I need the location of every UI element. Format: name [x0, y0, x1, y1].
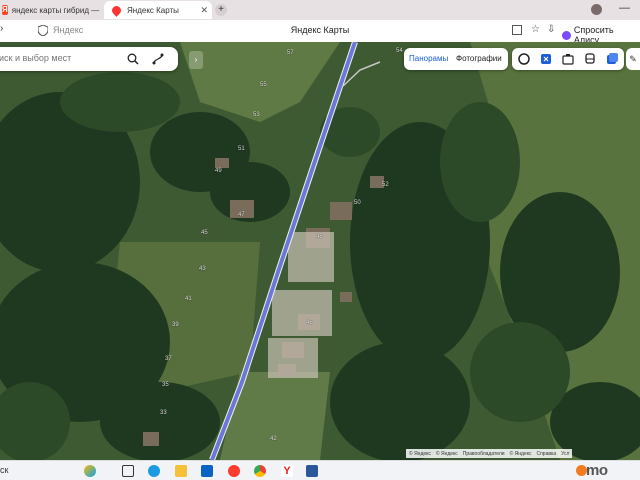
search-icon[interactable] [127, 53, 139, 65]
map-search-box [0, 47, 178, 71]
help-link[interactable]: Справка [536, 451, 556, 457]
alice-icon [562, 30, 571, 40]
panel-collapse-button[interactable]: › [189, 51, 203, 69]
house-number: 52 [382, 182, 389, 188]
house-number: 48 [316, 234, 323, 240]
house-number: 57 [287, 50, 294, 56]
copilot-icon[interactable] [84, 465, 96, 477]
camera-icon[interactable] [561, 52, 575, 66]
taskbar-search[interactable]: ск [0, 465, 8, 475]
house-number: 50 [354, 200, 361, 206]
copyright-text: © Яндекс [435, 450, 458, 457]
word-icon[interactable] [306, 465, 318, 477]
close-icon[interactable]: ✕ [200, 5, 208, 16]
house-number: 37 [165, 356, 172, 362]
map-copyright: © Яндекс © Яндекс Правообладатели © Янде… [406, 449, 573, 458]
yandex-browser-icon[interactable]: Y [281, 465, 293, 477]
panoramas-button[interactable]: Панорамы [409, 54, 448, 63]
edge-icon[interactable] [148, 465, 160, 477]
yandex-logo-icon: Я [2, 5, 8, 15]
house-number: 53 [253, 112, 260, 118]
search-input[interactable] [0, 53, 114, 63]
satellite-imagery [0, 42, 640, 460]
map-layers-panel [512, 48, 624, 70]
satellite-map[interactable]: 57 55 53 51 49 47 45 43 41 39 37 35 33 5… [0, 42, 640, 460]
bus-icon[interactable] [583, 52, 597, 66]
house-number: 33 [160, 410, 167, 416]
chevron-left-icon[interactable]: › [0, 23, 3, 34]
brand-watermark: mo [586, 462, 608, 479]
copyright-text: © Яндекс [509, 450, 532, 457]
profile-avatar[interactable] [591, 4, 602, 15]
address-host[interactable]: Яндекс [53, 25, 83, 35]
hybrid-icon[interactable] [605, 52, 619, 66]
map-pin-icon [110, 3, 123, 17]
house-number: 35 [162, 382, 169, 388]
terms-link[interactable]: Усл [561, 451, 569, 457]
rights-holders-link[interactable]: Правообладатели [463, 451, 505, 457]
layers-icon[interactable] [517, 52, 531, 66]
menu-grid-icon[interactable] [512, 25, 522, 35]
address-bar: › Яндекс Яндекс Карты ☆ ⇩ Спросить Алису [0, 20, 640, 45]
download-icon[interactable]: ⇩ [547, 24, 555, 35]
mail-icon[interactable] [201, 465, 213, 477]
house-number: 39 [172, 322, 179, 328]
house-number: 51 [238, 146, 245, 152]
house-number: 43 [199, 266, 206, 272]
transit-icon[interactable] [539, 52, 553, 66]
explorer-icon[interactable] [175, 465, 187, 477]
new-tab-button[interactable]: + [215, 4, 227, 16]
copyright-text: © Яндекс [409, 450, 431, 457]
route-icon[interactable] [152, 53, 164, 65]
tab-yandex-maps[interactable]: Яндекс Карты ✕ [104, 1, 212, 19]
shield-icon[interactable] [38, 25, 48, 36]
house-number: 41 [185, 296, 192, 302]
tab-title: яндекс карты гибрид — Я [11, 5, 102, 15]
house-number: 47 [238, 212, 245, 218]
minimize-icon[interactable]: — [619, 2, 630, 14]
tab-yandex-search[interactable]: Я яндекс карты гибрид — Я [0, 1, 102, 19]
task-view-icon[interactable] [122, 465, 134, 477]
house-number: 55 [260, 82, 267, 88]
page-title: Яндекс Карты [290, 25, 350, 35]
windows-taskbar: ск Y mo [0, 460, 640, 480]
house-number: 42 [270, 436, 277, 442]
yandex-music-icon[interactable] [228, 465, 240, 477]
map-mode-panel: Панорамы Фотографии [404, 48, 508, 70]
house-number: 49 [215, 168, 222, 174]
tab-title: Яндекс Карты [127, 5, 179, 15]
house-number: 45 [201, 230, 208, 236]
photos-button[interactable]: Фотографии [456, 54, 502, 63]
browser-tab-strip: Я яндекс карты гибрид — Я Яндекс Карты ✕… [0, 0, 640, 20]
house-number: 54 [396, 48, 403, 54]
ruler-icon[interactable]: ✎ [626, 48, 640, 70]
chrome-icon[interactable] [254, 465, 266, 477]
bookmark-icon[interactable]: ☆ [531, 24, 540, 35]
house-number: 46 [306, 320, 313, 326]
